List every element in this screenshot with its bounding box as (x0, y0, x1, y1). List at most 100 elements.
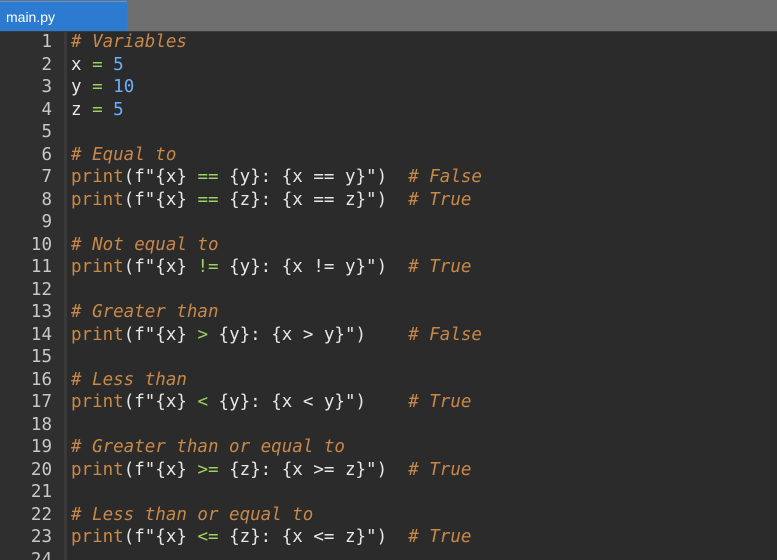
token-func: print (71, 167, 124, 187)
line-number: 20 (30, 459, 52, 480)
code-line[interactable]: 17 print(f"{x} < {y}: {x < y}") # True (0, 391, 777, 414)
code-line[interactable]: 22 # Less than or equal to (0, 504, 777, 527)
line-number: 5 (41, 122, 52, 142)
token-comment: # Equal to (71, 144, 177, 165)
token-plain: (f"{x} (123, 189, 198, 210)
line-number: 8 (41, 189, 52, 210)
token-plain: y (71, 77, 93, 97)
token-num: 10 (113, 77, 135, 97)
code-line[interactable]: 7 print(f"{x} == {y}: {x == y}") # False (0, 166, 777, 189)
code-editor[interactable]: 1 # Variables 2 x = 53y = 10 4 z = 5 5 6 # Equal… (0, 32, 777, 560)
code-line[interactable]: 16 # Less than (0, 369, 777, 392)
token-op: > (197, 324, 208, 345)
code-line[interactable]: 1 # Variables (0, 32, 777, 54)
code-text: print(f"{x} > {y}: {x > y}") # False (71, 324, 482, 347)
line-number: 3 (41, 77, 52, 97)
code-text: # Equal to (71, 144, 176, 167)
token-plain: {y}: {x < y}") (208, 392, 409, 412)
code-text: print(f"{x} < {y}: {x < y}") # True (71, 391, 471, 414)
code-text: # Less than or equal to (71, 504, 313, 527)
code-text: x = 5 (71, 54, 124, 77)
line-number: 13 (30, 302, 52, 322)
line-number: 24 (30, 549, 52, 560)
code-line[interactable]: 23 print(f"{x} <= {z}: {x <= z}") # True (0, 526, 777, 549)
code-line[interactable]: 12 (0, 279, 777, 302)
line-number: 22 (30, 504, 52, 525)
token-comment: # Less than (71, 369, 187, 390)
code-text: # Greater than (71, 301, 219, 324)
code-text: print(f"{x} <= {z}: {x <= z}") # True (71, 526, 471, 549)
tab-main-py[interactable]: main.py (0, 1, 127, 31)
code-line[interactable]: 9 (0, 211, 777, 234)
code-line[interactable]: 21 (0, 481, 777, 504)
line-number: 14 (30, 324, 52, 345)
code-line[interactable]: 10 # Not equal to (0, 234, 777, 257)
token-plain: (f"{x} (123, 392, 198, 412)
token-comment: # True (408, 392, 472, 412)
line-number: 11 (30, 257, 52, 277)
line-number: 6 (41, 144, 52, 165)
token-op: = (92, 99, 103, 120)
code-line[interactable]: 14 print(f"{x} > {y}: {x > y}") # False (0, 324, 777, 347)
token-num: 5 (113, 54, 124, 75)
token-plain: {z}: {x >= z}") (218, 459, 409, 480)
code-text: # Greater than or equal to (71, 436, 345, 459)
line-number: 1 (41, 32, 52, 52)
code-line[interactable]: 8 print(f"{x} == {z}: {x == z}") # True (0, 189, 777, 212)
code-line[interactable]: 3 y = 10 (0, 76, 777, 99)
line-number: 19 (30, 437, 52, 457)
token-op: <= (197, 527, 219, 547)
line-number: 12 (30, 279, 52, 300)
code-line[interactable]: 11 print(f"{x} != {y}: {x != y}") # True (0, 256, 777, 279)
token-func: print (71, 189, 124, 210)
token-func: print (71, 257, 124, 277)
token-op: == (197, 189, 219, 210)
line-number: 23 (30, 527, 52, 547)
line-number: 21 (30, 482, 52, 502)
tab-bar: main.py (0, 0, 777, 32)
token-func: print (71, 527, 124, 547)
token-op: == (197, 167, 219, 187)
token-comment: # True (408, 527, 472, 547)
token-op: < (197, 392, 208, 412)
line-number: 18 (30, 414, 52, 435)
token-op: = (92, 54, 103, 75)
token-func: print (71, 459, 124, 480)
token-op: >= (197, 459, 219, 480)
token-plain: z (71, 99, 93, 120)
token-plain: {y}: {x > y}") (208, 324, 409, 345)
token-comment: # Greater than (71, 302, 219, 322)
code-line[interactable]: 13 # Greater than (0, 301, 777, 324)
code-text: # Less than (71, 369, 187, 392)
code-line[interactable]: 2x = 5 (0, 54, 777, 77)
line-number: 15 (30, 347, 52, 367)
code-line[interactable]: 4 z = 5 (0, 99, 777, 122)
code-text: print(f"{x} != {y}: {x != y}") # True (71, 256, 471, 279)
code-line[interactable]: 6 # Equal to (0, 144, 777, 167)
token-comment: # False (408, 167, 482, 187)
token-plain: {z}: {x <= z}") (218, 527, 409, 547)
code-line[interactable]: 24 (0, 549, 777, 560)
token-plain: x (71, 54, 93, 75)
token-plain: {y}: {x == y}") (218, 167, 409, 187)
code-line[interactable]: 19 # Greater than or equal to (0, 436, 777, 459)
code-text: print(f"{x} == {y}: {x == y}") # False (71, 166, 482, 189)
token-comment: # Greater than or equal to (71, 437, 345, 457)
token-plain: {y}: {x != y}") (218, 257, 409, 277)
code-line[interactable]: 5 (0, 121, 777, 144)
line-number: 4 (41, 99, 52, 120)
code-text: # Variables (71, 32, 187, 54)
code-text: y = 10 (71, 76, 134, 99)
code-text: # Not equal to (71, 234, 219, 257)
line-number: 16 (30, 369, 52, 390)
code-line[interactable]: 15 (0, 346, 777, 369)
token-plain: (f"{x} (123, 167, 198, 187)
code-line[interactable]: 18 (0, 414, 777, 437)
code-line[interactable]: 20 print(f"{x} >= {z}: {x >= z}") # True (0, 459, 777, 482)
code-text: z = 5 (71, 99, 124, 122)
token-comment: # Variables (71, 32, 187, 52)
token-comment: # Less than or equal to (71, 504, 314, 525)
